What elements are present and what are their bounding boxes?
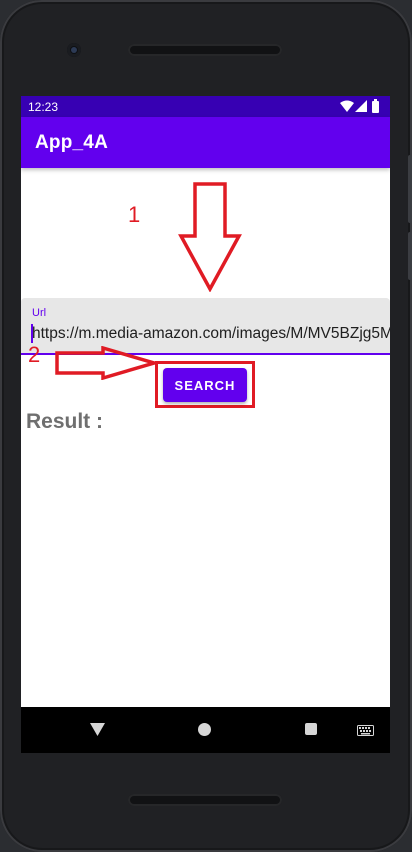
front-camera xyxy=(67,43,81,57)
url-value: https://m.media-amazon.com/images/M/MV5B… xyxy=(32,325,390,342)
navigation-bar xyxy=(21,707,390,753)
battery-icon xyxy=(372,99,379,113)
power-button xyxy=(408,232,412,280)
recents-icon[interactable] xyxy=(305,723,317,735)
status-time: 12:23 xyxy=(28,100,59,114)
annotation-arrow-down-icon xyxy=(178,182,242,292)
app-title: App_4A xyxy=(35,132,108,153)
annotation-step-2: 2 xyxy=(28,342,41,367)
screen: 12:23 App_4A 1 Url https://m.media-amazo… xyxy=(21,96,390,707)
signal-icon xyxy=(355,100,367,112)
url-label: Url xyxy=(32,307,47,319)
annotation-step-1: 1 xyxy=(128,202,141,227)
home-icon[interactable] xyxy=(198,723,211,736)
back-icon[interactable] xyxy=(90,723,105,736)
bottom-speaker xyxy=(128,794,282,806)
keyboard-icon[interactable] xyxy=(357,725,374,736)
text-cursor xyxy=(31,324,33,343)
top-speaker xyxy=(128,44,282,56)
volume-button xyxy=(408,155,412,223)
status-icons xyxy=(340,99,382,114)
search-button[interactable]: SEARCH xyxy=(163,368,247,402)
result-label: Result : xyxy=(26,410,104,433)
status-bar: 12:23 xyxy=(21,96,390,117)
app-bar: App_4A xyxy=(21,117,390,168)
wifi-icon xyxy=(340,100,354,112)
annotation-arrow-right-icon xyxy=(55,346,157,380)
